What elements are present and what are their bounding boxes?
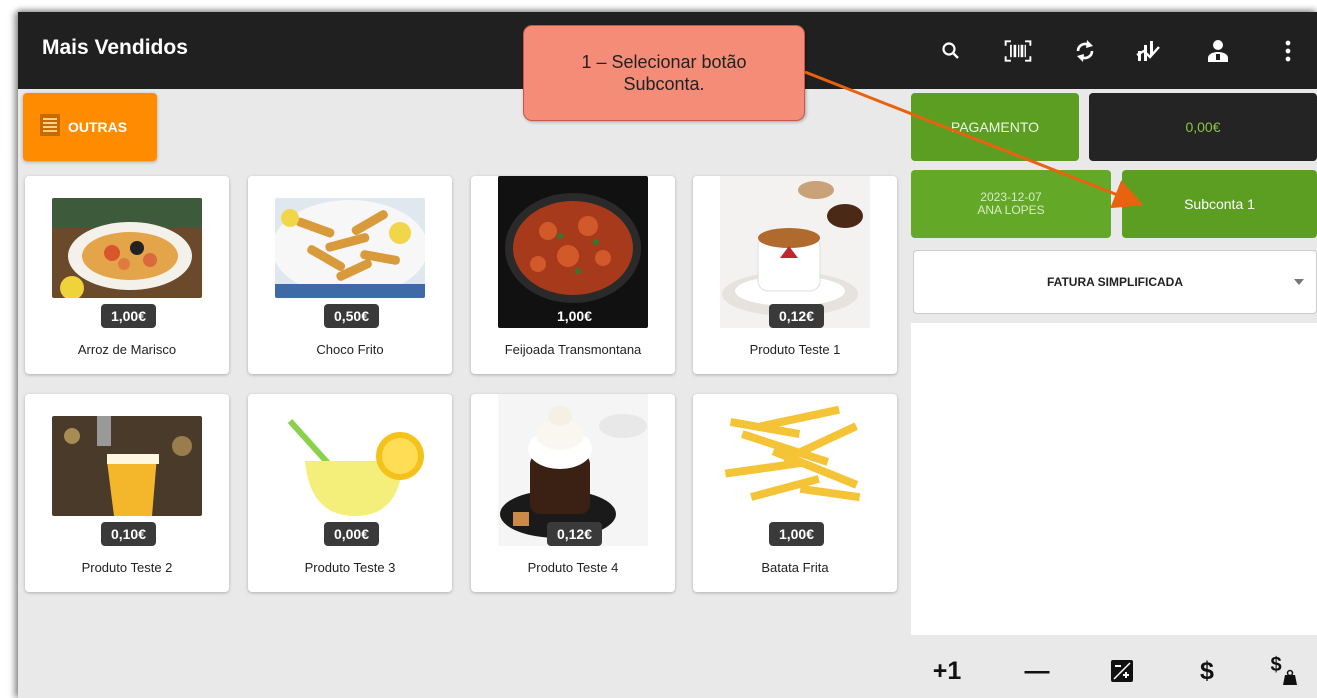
product-name: Arroz de Marisco <box>77 342 177 357</box>
product-card-produto-teste-4[interactable]: 0,12€ Produto Teste 4 <box>471 394 675 592</box>
session-info-button[interactable]: 2023-12-07 ANA LOPES <box>911 170 1111 238</box>
product-card-arroz-de-marisco[interactable]: 1,00€ Arroz de Marisco <box>25 176 229 374</box>
product-card-batata-frita[interactable]: 1,00€ Batata Frita <box>693 394 897 592</box>
order-items-list[interactable] <box>911 323 1317 635</box>
discount-button[interactable] <box>1098 646 1146 696</box>
price-badge: 1,00€ <box>769 522 824 546</box>
product-card-produto-teste-1[interactable]: 0,12€ Produto Teste 1 <box>693 176 897 374</box>
subaccount-button[interactable]: Subconta 1 <box>1122 170 1317 238</box>
total-amount: 0,00€ <box>1089 93 1317 161</box>
product-card-choco-frito[interactable]: 0,50€ Choco Frito <box>248 176 452 374</box>
product-card-produto-teste-2[interactable]: 0,10€ Produto Teste 2 <box>25 394 229 592</box>
plus-one-button[interactable]: +1 <box>923 646 971 696</box>
callout-text: 1 – Selecionar botão Subconta. <box>581 52 747 94</box>
sync-icon[interactable] <box>1070 36 1100 66</box>
product-name: Batata Frita <box>761 560 829 575</box>
document-type-value: FATURA SIMPLIFICADA <box>1047 275 1183 289</box>
price-badge: 0,10€ <box>101 522 156 546</box>
session-operator: ANA LOPES <box>977 203 1045 217</box>
instruction-callout: 1 – Selecionar botão Subconta. <box>523 25 805 121</box>
product-image <box>52 198 202 298</box>
chart-icon[interactable] <box>1133 36 1163 66</box>
barcode-icon[interactable] <box>1003 36 1033 66</box>
category-label: OUTRAS <box>68 119 128 135</box>
discount-icon <box>1111 660 1133 682</box>
category-button[interactable]: OUTRAS <box>23 93 157 161</box>
price-badge: 1,00€ <box>556 308 593 324</box>
price-badge: 1,00€ <box>101 304 156 328</box>
price-badge: 0,00€ <box>324 522 379 546</box>
product-name: Produto Teste 2 <box>81 560 173 575</box>
product-name: Produto Teste 4 <box>527 560 619 575</box>
product-image <box>275 198 425 298</box>
price-weight-button[interactable]: $ <box>1260 646 1308 696</box>
page-title: Mais Vendidos <box>42 36 188 59</box>
more-vert-icon[interactable] <box>1273 36 1303 66</box>
weight-icon <box>1282 669 1297 685</box>
user-icon[interactable] <box>1203 36 1233 66</box>
price-badge: 0,12€ <box>769 304 824 328</box>
price-badge: 0,50€ <box>324 304 379 328</box>
currency-symbol: $ <box>1270 653 1282 676</box>
document-type-select[interactable]: FATURA SIMPLIFICADA <box>913 250 1317 314</box>
product-image <box>275 416 425 516</box>
price-badge: 0,12€ <box>547 522 602 546</box>
product-name: Produto Teste 3 <box>304 560 396 575</box>
chevron-down-icon <box>1294 279 1304 285</box>
search-icon[interactable] <box>936 36 966 66</box>
product-name: Produto Teste 1 <box>749 342 841 357</box>
product-card-feijoada-transmontana[interactable]: 1,00€ Feijoada Transmontana <box>471 176 675 374</box>
product-card-produto-teste-3[interactable]: 0,00€ Produto Teste 3 <box>248 394 452 592</box>
product-image <box>720 404 870 516</box>
payment-button[interactable]: PAGAMENTO <box>911 93 1079 161</box>
minus-button[interactable]: — <box>1013 646 1061 696</box>
product-name: Feijoada Transmontana <box>504 342 642 357</box>
product-name: Choco Frito <box>316 342 384 357</box>
price-button[interactable]: $ <box>1183 646 1231 696</box>
product-image <box>52 416 202 516</box>
list-icon <box>40 113 60 141</box>
